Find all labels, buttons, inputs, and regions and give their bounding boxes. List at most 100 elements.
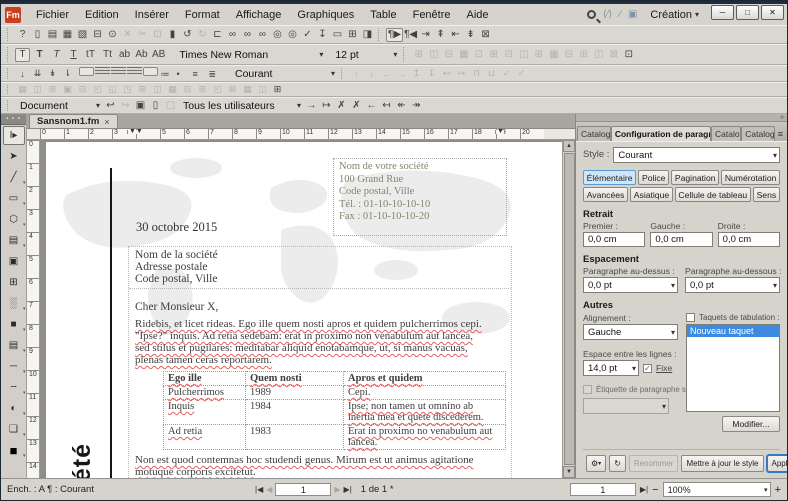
row-up-icon[interactable]: ↑ [349, 67, 364, 81]
move-up-icon[interactable]: ⇞ [433, 28, 448, 42]
print-icon[interactable]: ⊟ [90, 28, 105, 42]
smart-select-tool[interactable]: I▸ [3, 126, 25, 145]
style-select[interactable]: Courant [613, 147, 780, 163]
table-insert-col-icon[interactable]: ◫ [516, 48, 531, 62]
import-icon[interactable]: ▧ [75, 28, 90, 42]
align-right-button[interactable] [111, 67, 126, 76]
tab-paragraph-catalog[interactable]: Catalogu [577, 126, 611, 141]
line-number-input[interactable]: 1 [570, 483, 636, 496]
select-col-icon[interactable]: ◱ [105, 83, 120, 97]
table-delete-icon[interactable]: ⊠ [606, 48, 621, 62]
document-canvas[interactable]: iété Nom de votre société100 Grand RueCo… [40, 140, 562, 478]
table-cell[interactable]: Inquis [164, 400, 246, 425]
table-cell[interactable]: 1983 [246, 425, 344, 450]
table-cell-icon[interactable]: ⊡ [471, 48, 486, 62]
commands-menu-button[interactable]: ⚙▾ [586, 455, 606, 472]
split-cells-icon[interactable]: ◰ [210, 83, 225, 97]
table-catalog-icon[interactable]: ⊞ [270, 83, 285, 97]
modifier-button[interactable]: Modifier... [722, 416, 780, 432]
preview-original-icon[interactable]: ▯ [148, 99, 163, 113]
indent-decrease-icon[interactable]: ⇤ [448, 28, 463, 42]
table-rotate-icon[interactable]: ◫ [591, 48, 606, 62]
add-row-above-icon[interactable]: ◫ [30, 83, 45, 97]
table-header-cell[interactable]: Quem nosti [246, 372, 344, 386]
paste-row-icon[interactable]: ▦ [165, 83, 180, 97]
renommer-button[interactable]: Renommer [629, 455, 679, 472]
paragraph-split-icon[interactable]: ↡ [45, 67, 60, 81]
find-next-icon[interactable]: ◎ [285, 28, 300, 42]
fill-solid-tool[interactable]: ■ [3, 315, 25, 334]
droite-input[interactable]: 0,0 cm [718, 232, 780, 247]
toolbar-grip[interactable] [7, 68, 12, 79]
tab-left-icon[interactable]: ↤ [439, 67, 454, 81]
numbered-list-button[interactable]: ≔ [159, 67, 174, 81]
delete-table-icon[interactable]: ⊠ [225, 83, 240, 97]
etiquette-select[interactable] [583, 398, 669, 414]
indent-increase-icon[interactable]: ⇥ [418, 28, 433, 42]
menu-item[interactable]: Fichier [29, 7, 76, 23]
cut-icon[interactable]: ✂ [135, 28, 150, 42]
col-right-icon[interactable]: → [394, 67, 409, 81]
accept-change-icon[interactable]: ↪ [118, 99, 133, 113]
save-icon[interactable]: ▦ [60, 28, 75, 42]
tab-character-catalog[interactable]: Catalog [711, 126, 741, 141]
table-cell[interactable]: Ad retia [164, 425, 246, 450]
tab-marker[interactable]: ▼▼ [127, 130, 143, 134]
first-page-icon[interactable]: |◀ [255, 485, 263, 494]
delete-icon[interactable]: ✕ [120, 28, 135, 42]
update-style-button[interactable]: Mettre à jour le style [681, 455, 763, 472]
tab-close-icon[interactable]: × [104, 117, 109, 127]
letter-date[interactable]: 30 octobre 2015 [136, 220, 217, 235]
document-page[interactable]: iété Nom de votre société100 Grand RueCo… [46, 142, 562, 478]
table-header-cell[interactable]: Ego ille [164, 372, 246, 386]
decrease-size-button[interactable]: Tt [100, 48, 115, 62]
merge-cells-icon[interactable]: ⊞ [195, 83, 210, 97]
accept-all-icon[interactable]: ✓ [514, 67, 529, 81]
italic-button[interactable]: T [49, 48, 64, 62]
prop-tab-elementaire[interactable]: Élémentaire [583, 170, 636, 185]
tab-marker[interactable]: ▼ [495, 130, 504, 134]
table-merge-icon[interactable]: ⊟ [441, 48, 456, 62]
anchored-frame-tool[interactable]: ▣ [3, 252, 25, 271]
hypertext-icon[interactable]: ∞ [255, 28, 270, 42]
zoom-level-select[interactable]: 100% [663, 482, 771, 497]
fixe-checkbox[interactable]: ✓ [643, 364, 652, 373]
scroll-thumb[interactable] [564, 153, 575, 465]
table-shade-icon[interactable]: ▦ [456, 48, 471, 62]
pen-mode-icon[interactable]: ∕ [619, 9, 621, 20]
master-page-icon[interactable]: ◨ [360, 28, 375, 42]
accept-icon[interactable]: ✓ [499, 67, 514, 81]
add-row-below-icon[interactable]: ⊞ [45, 83, 60, 97]
link-icon[interactable]: ∞ [225, 28, 240, 42]
regular-style-button[interactable]: T [15, 48, 30, 62]
line-space-select[interactable]: 14,0 pt [583, 360, 639, 376]
rotated-company-text[interactable]: iété [68, 443, 97, 478]
reject-change-icon[interactable]: ▢ [163, 99, 178, 113]
scroll-down-icon[interactable]: ▼ [563, 466, 575, 478]
table-cell[interactable]: Cepi. [344, 386, 506, 400]
menu-item[interactable]: Insérer [128, 7, 176, 23]
new-document-icon[interactable]: ▯ [30, 28, 45, 42]
tab-right-icon[interactable]: ↦ [454, 67, 469, 81]
paragraph-spacing-button[interactable]: ≣ [207, 67, 222, 81]
review-scope-select[interactable]: Document [15, 98, 103, 113]
prop-tab-numerotation[interactable]: Numérotation [721, 170, 780, 185]
document-tab[interactable]: Sansnom1.fm × [29, 114, 118, 128]
taquets-listbox[interactable]: Nouveau taquet [686, 324, 780, 412]
tab-bottom-icon[interactable]: ↧ [424, 67, 439, 81]
main-text-frame[interactable]: Nom de la sociétéAdresse postaleCode pos… [128, 246, 512, 478]
sender-line[interactable]: Fax : 01-10-10-10-20 [339, 211, 501, 224]
redo-icon[interactable]: ↻ [195, 28, 210, 42]
table-cell[interactable]: Pulcherrimos [164, 386, 246, 400]
reject-icon[interactable]: ✗ [334, 99, 349, 113]
scroll-end-icon[interactable]: ↠ [409, 99, 424, 113]
table-cell[interactable]: 1989 [246, 386, 344, 400]
menu-item[interactable]: Graphiques [290, 7, 361, 23]
track-changes-icon[interactable]: ↩ [103, 99, 118, 113]
first-change-icon[interactable]: ↤ [379, 99, 394, 113]
last-page-icon[interactable]: ▶| [344, 485, 352, 494]
clear-cells-icon[interactable]: ⊟ [180, 83, 195, 97]
goto-icon[interactable]: ▶| [640, 485, 648, 494]
menu-item[interactable]: Edition [78, 7, 126, 23]
next-change-icon[interactable]: → [304, 99, 319, 113]
